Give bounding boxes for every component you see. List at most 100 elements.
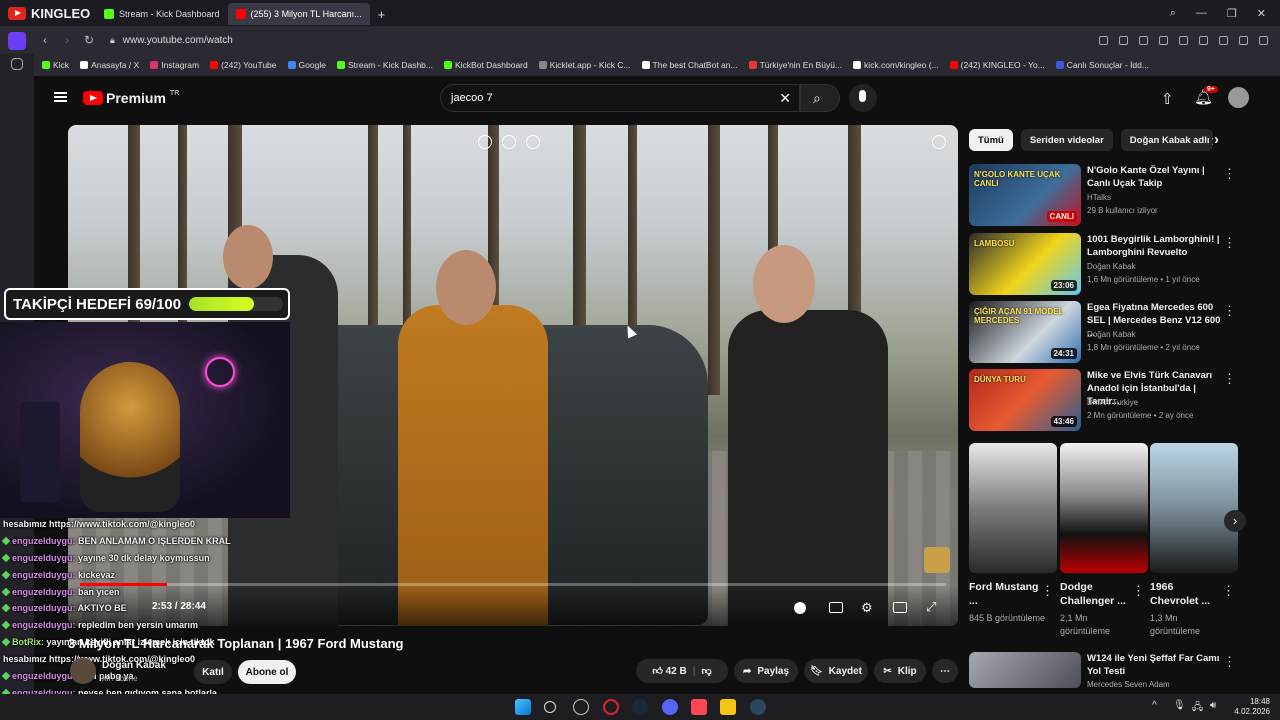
subscribe-button[interactable]: Abone ol [238,660,296,684]
clear-search-icon[interactable]: ✕ [779,90,791,107]
tray-chevron-icon[interactable]: ^ [1152,700,1157,711]
upload-icon[interactable]: ⇧ [1161,90,1174,108]
windows-start-icon[interactable] [515,699,531,715]
theater-mode-icon[interactable] [893,602,907,613]
recommendation-item[interactable]: LAMBOSU 23:06 1001 Beygirlik Lamborghini! … [969,233,1244,295]
discord-icon[interactable] [662,699,678,715]
profile-icon[interactable] [1239,35,1248,45]
search-icon[interactable]: ⌕ [1170,7,1176,20]
search-input[interactable]: jaecoo 7 ✕ [440,84,800,112]
network-icon[interactable]: 🖧 [1192,700,1203,717]
new-tab-button[interactable]: + [370,3,394,25]
skip-icon[interactable] [526,135,540,149]
more-actions-button[interactable]: ⋯ [932,659,958,683]
url-field[interactable]: 🔒︎ www.youtube.com/watch [110,35,233,46]
save-button[interactable]: 🔖︎ Kaydet [804,659,868,683]
shield-icon[interactable] [1139,35,1148,45]
extension-icon[interactable] [1259,35,1268,45]
forward-icon[interactable]: › [56,33,78,47]
chip-all[interactable]: Tümü [969,129,1013,151]
download-icon[interactable] [1199,35,1208,45]
bookmark-item[interactable]: KickBot Dashboard [443,60,528,70]
voice-search-button[interactable] [849,84,877,112]
subtitles-icon[interactable] [829,602,843,613]
share-button[interactable]: ➦ Paylaş [734,659,798,683]
channel-watermark-icon[interactable] [924,547,950,573]
maximize-icon[interactable]: ❐ [1227,7,1237,20]
more-options-icon[interactable]: ⋮ [1223,235,1236,251]
more-options-icon[interactable]: ⋮ [1041,583,1054,599]
clock[interactable]: 18:48 4.02.2026 [1234,697,1270,717]
hamburger-menu-icon[interactable] [54,92,67,102]
chip-uploader[interactable]: Doğan Kabak adlı yük [1120,129,1213,151]
bookmark-item[interactable]: Kick [42,60,69,70]
tab-youtube-video[interactable]: (255) 3 Milyon TL Harcanı... [227,3,370,25]
dislike-icon[interactable]: 👎︎ [702,665,712,677]
shorts-thumbnail[interactable] [1150,443,1238,573]
bookmark-item[interactable]: Türkiye'nin En Büyü... [748,60,842,70]
chip-series[interactable]: Seriden videolar [1020,129,1113,151]
fullscreen-icon[interactable]: ⤢ [926,599,936,615]
mic-tray-icon[interactable]: 🎙︎ [1173,700,1186,711]
bookmark-item[interactable]: Google [287,60,326,70]
minimize-icon[interactable]: — [1196,7,1207,20]
reload-icon[interactable]: ↻ [78,33,100,47]
miniplayer-icon[interactable] [478,135,492,149]
avatar[interactable] [1228,87,1249,108]
more-options-icon[interactable]: ⋮ [1223,371,1236,387]
steam-icon[interactable] [632,699,648,715]
back-icon[interactable]: ‹ [34,33,56,47]
youtube-premium-logo[interactable]: Premium TR [83,90,179,106]
share-icon[interactable] [1099,35,1108,45]
like-button[interactable]: 👍︎ 42 B [652,665,686,677]
channel-avatar[interactable] [70,658,96,684]
refresh-icon[interactable] [932,135,946,149]
close-icon[interactable]: ✕ [1257,7,1266,20]
settings-gear-icon[interactable]: ⚙︎ [861,600,873,616]
bookmark-item[interactable]: (242) KINGLEO - Yo... [949,60,1045,70]
shorts-next-icon[interactable]: › [1224,510,1246,532]
bookmark-item[interactable]: Stream - Kick Dashb... [336,60,433,70]
bookmark-item[interactable]: The best ChatBot an... [641,60,738,70]
taskbar-search-icon[interactable] [544,701,556,713]
heart-icon[interactable] [1179,35,1188,45]
autoplay-toggle-icon[interactable] [794,602,806,614]
bookmark-item[interactable]: Canlı Sonuçlar - İdd... [1055,60,1149,70]
clip-button[interactable]: ✂︎ Klip [874,659,926,683]
opera-icon[interactable] [603,699,619,715]
more-options-icon[interactable]: ⋮ [1222,583,1235,599]
recommendation-item[interactable]: N'GOLO KANTE UÇAK CANLI CANLI N'Golo Kante… [969,164,1244,226]
recommendation-item[interactable]: DÜNYA TURU 43:46 Mike ve Elvis Türk Canava… [969,369,1244,431]
shorts-thumbnail[interactable] [1060,443,1148,573]
shorts-title[interactable]: Dodge Challenger ... [1060,580,1130,608]
more-options-icon[interactable]: ⋮ [1223,166,1236,182]
sparkle-icon[interactable] [502,135,516,149]
more-options-icon[interactable]: ⋮ [1132,583,1145,599]
file-explorer-icon[interactable] [720,699,736,715]
tab-kick-dashboard[interactable]: Stream - Kick Dashboard [96,3,228,25]
recommendation-item[interactable]: ÇIĞIR AÇAN 91 MODEL MERCEDES 24:31 Egea Fi… [969,301,1244,363]
shorts-title[interactable]: 1966 Chevrolet ... [1150,580,1220,608]
chips-next-icon[interactable]: › [1214,131,1219,148]
menu-icon[interactable] [1219,35,1228,45]
join-button[interactable]: Katıl [194,660,232,684]
camera-icon[interactable] [1119,35,1128,45]
bookmark-item[interactable]: Instagram [150,60,199,70]
chatgpt-icon[interactable] [573,699,589,715]
steam-alt-icon[interactable] [750,699,766,715]
volume-icon[interactable]: 🔊︎ [1210,700,1216,711]
valorant-icon[interactable] [691,699,707,715]
shorts-title[interactable]: Ford Mustang ... [969,580,1039,608]
bookmark-item[interactable]: (242) YouTube [210,60,277,70]
bookmark-item[interactable]: Anasayfa / X [80,60,139,70]
bookmark-item[interactable]: kick.com/kingleo (... [853,60,939,70]
more-options-icon[interactable]: ⋮ [1223,303,1236,319]
search-button[interactable]: ⌕ [800,84,840,112]
more-options-icon[interactable]: ⋮ [1223,654,1236,670]
star-icon[interactable] [11,58,23,70]
play-icon[interactable] [1159,35,1168,45]
channel-name[interactable]: Doğan Kabak [102,660,166,671]
home-icon[interactable] [8,32,26,50]
shorts-thumbnail[interactable] [969,443,1057,573]
bookmark-item[interactable]: Kicklet.app - Kick C... [538,60,631,70]
